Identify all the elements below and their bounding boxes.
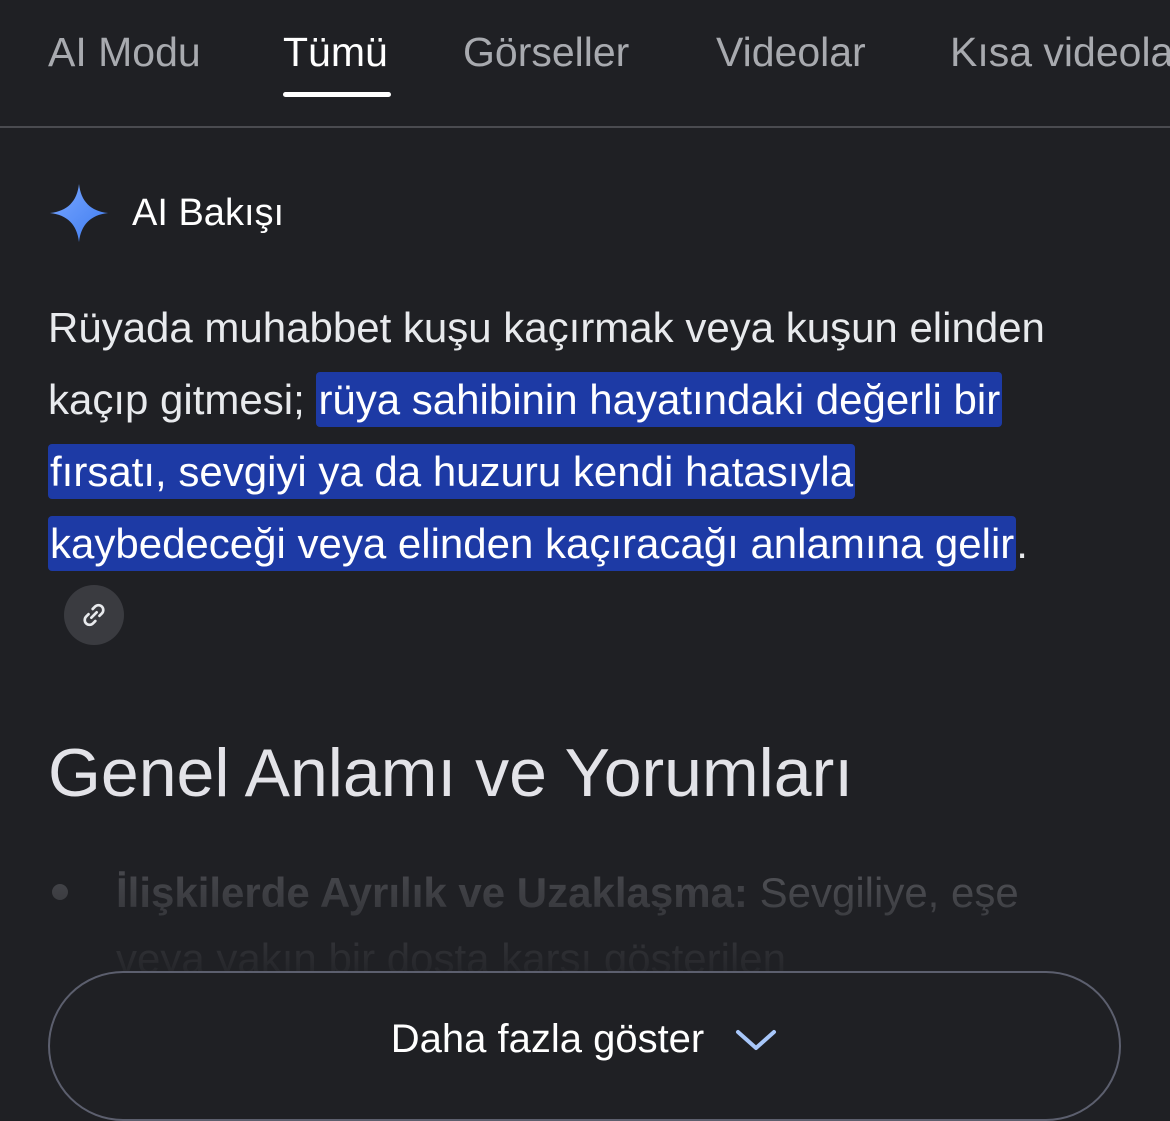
tab-short-videos[interactable]: Kısa videolar bbox=[950, 26, 1170, 78]
show-more-label: Daha fazla göster bbox=[390, 1017, 705, 1061]
tab-ai-mode[interactable]: AI Modu bbox=[48, 26, 201, 78]
list-item: İlişkilerde Ayrılık ve Uzaklaşma: Sevgil… bbox=[48, 860, 1118, 980]
tab-all[interactable]: Tümü bbox=[283, 26, 388, 78]
active-tab-indicator bbox=[283, 92, 391, 97]
link-icon bbox=[83, 603, 105, 627]
source-link-button[interactable] bbox=[64, 584, 124, 645]
chevron-down-icon bbox=[736, 1029, 777, 1050]
ai-overview-title: AI Bakışı bbox=[132, 191, 285, 234]
sparkle-icon bbox=[49, 183, 109, 243]
tab-images[interactable]: Görseller bbox=[463, 26, 629, 78]
ai-overview-answer: Rüyada muhabbet kuşu kaçırmak veya kuşun… bbox=[48, 292, 1048, 652]
section-heading: Genel Anlamı ve Yorumları bbox=[48, 735, 854, 811]
show-more-button[interactable]: Daha fazla göster bbox=[48, 971, 1121, 1121]
tab-videos[interactable]: Videolar bbox=[716, 26, 866, 78]
bullet-title: İlişkilerde Ayrılık ve Uzaklaşma: bbox=[116, 869, 748, 916]
bullet-dot bbox=[52, 884, 68, 900]
answer-end-punctuation: . bbox=[1016, 520, 1028, 567]
ai-overview-header: AI Bakışı bbox=[48, 182, 284, 244]
bullet-text: İlişkilerde Ayrılık ve Uzaklaşma: Sevgil… bbox=[116, 860, 1116, 980]
search-tabs: AI Modu Tümü Görseller Videolar Kısa vid… bbox=[0, 0, 1170, 128]
